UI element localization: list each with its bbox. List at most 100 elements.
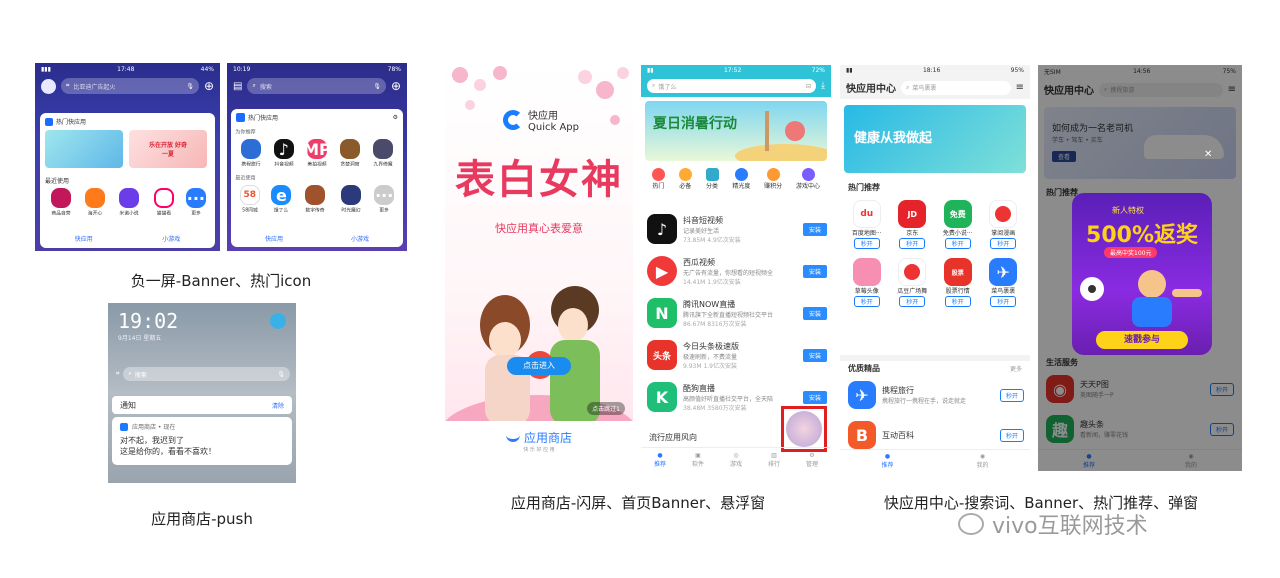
app-row[interactable]: ♪ 抖音短视频 记录美好生活 73.85M 4.9亿次安装 安装 bbox=[647, 208, 827, 250]
hot-app[interactable]: ✈ 菜鸟裹裹 秒开 bbox=[981, 258, 1027, 308]
category-sort[interactable]: 分类 bbox=[705, 168, 719, 190]
menu-icon[interactable]: ▤ bbox=[233, 81, 242, 92]
banner-left[interactable] bbox=[45, 130, 123, 168]
app-item[interactable]: 数字传奇 bbox=[303, 185, 327, 214]
settings-icon[interactable]: ⚙ bbox=[393, 114, 398, 121]
category-points[interactable]: 赚积分 bbox=[764, 168, 782, 190]
popup-cta-button[interactable]: 速戳参与 bbox=[1096, 331, 1188, 349]
boutique-row[interactable]: B 互动百科 秒开 bbox=[848, 421, 1024, 449]
app-item[interactable]: ♪ 抖音视频 bbox=[272, 139, 296, 168]
app-item[interactable]: 时光魔幻 bbox=[339, 185, 363, 214]
open-button[interactable]: 秒开 bbox=[999, 388, 1024, 402]
home-banner[interactable]: 夏日消暑行动 bbox=[645, 101, 827, 161]
floating-window[interactable] bbox=[781, 406, 827, 452]
tab-quick-app[interactable]: 快应用 bbox=[75, 234, 93, 243]
app-item[interactable]: 猫猫看 bbox=[153, 188, 174, 217]
promo-popup[interactable]: 新人特权 500%返奖 最高中奖100元 速戳参与 bbox=[1072, 193, 1212, 355]
mic-icon[interactable]: 🎙 bbox=[373, 83, 381, 90]
install-button[interactable]: 安装 bbox=[802, 222, 827, 236]
app-item[interactable]: 九界倚魔 bbox=[371, 139, 395, 168]
scan-icon[interactable]: ⊟ bbox=[806, 83, 811, 90]
app-item[interactable]: 贪婪洞窟 bbox=[338, 139, 362, 168]
search-bar[interactable]: ⌕ 搜索 🎙 bbox=[123, 367, 290, 381]
install-button[interactable]: 安装 bbox=[802, 264, 827, 278]
open-button[interactable]: 秒开 bbox=[944, 238, 971, 249]
scan-icon[interactable]: ⌗ bbox=[116, 370, 119, 378]
hot-app[interactable]: JD 京东 秒开 bbox=[890, 200, 936, 250]
skip-button[interactable]: 点击跳过1 bbox=[587, 402, 625, 415]
download-icon[interactable]: ⤓ bbox=[821, 81, 825, 91]
app-row[interactable]: N 腾讯NOW直播 腾讯旗下全新直播短视频社交平台 86.67M 8316万次安装 … bbox=[647, 292, 827, 334]
search-input[interactable]: 搜索 bbox=[260, 82, 272, 91]
open-button[interactable]: 秒开 bbox=[990, 296, 1017, 307]
hot-app[interactable]: 瓜豆广场舞 秒开 bbox=[890, 258, 936, 308]
tab-game[interactable]: ◎ 游戏 bbox=[730, 452, 742, 468]
logo-name: 快应用 bbox=[528, 111, 558, 122]
search-bar[interactable]: ⌗ 比亚迪广告起火 🎙 bbox=[61, 78, 199, 94]
search-bar[interactable]: ⌕ 菜鸟裹裹 bbox=[901, 80, 1011, 95]
hot-app[interactable]: 草莓头像 秒开 bbox=[844, 258, 890, 308]
search-bar[interactable]: ⌕ 饿了么 ⊟ bbox=[647, 79, 817, 93]
hot-app[interactable]: 股票 股票行情 秒开 bbox=[935, 258, 981, 308]
more-link[interactable]: 更多 bbox=[1010, 364, 1022, 373]
add-icon[interactable]: ⊕ bbox=[391, 79, 401, 93]
app-item-more[interactable]: ··· 更多 bbox=[374, 185, 395, 214]
app-item[interactable]: MP 美拍视频 bbox=[303, 139, 331, 168]
install-button[interactable]: 安装 bbox=[802, 390, 827, 404]
install-button[interactable]: 安装 bbox=[802, 306, 827, 320]
category-hot[interactable]: 热门 bbox=[651, 168, 665, 190]
avatar[interactable] bbox=[41, 78, 56, 94]
app-item[interactable]: 米诺小说 bbox=[117, 188, 141, 217]
tab-quick-app[interactable]: 快应用 bbox=[265, 234, 283, 243]
close-icon[interactable]: ✕ bbox=[1204, 149, 1212, 160]
open-button[interactable]: 秒开 bbox=[990, 238, 1017, 249]
app-item-more[interactable]: ··· 更多 bbox=[185, 188, 206, 217]
app-item[interactable]: 58 58同城 bbox=[239, 185, 260, 214]
open-button[interactable]: 秒开 bbox=[899, 238, 926, 249]
tab-manage[interactable]: ⚙ 管理 bbox=[806, 452, 818, 468]
category-essential[interactable]: 必备 bbox=[678, 168, 692, 190]
add-icon[interactable]: ⊕ bbox=[204, 79, 214, 93]
open-button[interactable]: 秒开 bbox=[999, 428, 1024, 442]
hot-app[interactable]: du 百度地图··· 秒开 bbox=[844, 200, 890, 250]
open-button[interactable]: 秒开 bbox=[899, 296, 926, 307]
banner-right[interactable]: 乐在开放 好奇一夏 bbox=[129, 130, 207, 168]
category-light[interactable]: 精光度 bbox=[732, 168, 750, 190]
center-banner[interactable]: 健康从我做起 bbox=[844, 105, 1026, 173]
enter-button[interactable]: 点击进入 bbox=[507, 357, 571, 375]
app-row[interactable]: 头条 今日头条极速版 极速刷新，不费流量 9.93M 1.9亿次安装 安装 bbox=[647, 334, 827, 376]
search-bar[interactable]: ⌕ 搜索 🎙 bbox=[247, 78, 386, 94]
hot-app[interactable]: 掌阅漫画 秒开 bbox=[981, 200, 1027, 250]
mic-icon[interactable]: 🎙 bbox=[277, 371, 285, 378]
search-input[interactable]: 比亚迪广告起火 bbox=[73, 82, 115, 91]
tab-recommend[interactable]: ● 推荐 bbox=[881, 453, 893, 469]
scan-icon[interactable]: ⌗ bbox=[66, 82, 69, 90]
tab-rank[interactable]: ▥ 排行 bbox=[768, 452, 780, 468]
category-game[interactable]: 游戏中心 bbox=[796, 168, 820, 190]
mic-icon[interactable]: 🎙 bbox=[186, 83, 194, 90]
app-row[interactable]: ▶ 西瓜视频 无广告有流量，你想看的短视频全 14.41M 1.9亿次安装 安装 bbox=[647, 250, 827, 292]
clear-button[interactable]: 清除 bbox=[272, 401, 284, 410]
tab-recommend[interactable]: ● 推荐 bbox=[654, 452, 666, 468]
hot-app[interactable]: 免费 免费小说··· 秒开 bbox=[935, 200, 981, 250]
push-notification[interactable]: 应用商店 • 现在 对不起，我迟到了 这是给你的，看看不喜欢！ bbox=[112, 417, 292, 465]
open-button[interactable]: 秒开 bbox=[853, 238, 880, 249]
tab-mini-game[interactable]: 小游戏 bbox=[351, 234, 369, 243]
search-input[interactable]: 菜鸟裹裹 bbox=[912, 83, 936, 92]
open-button[interactable]: 秒开 bbox=[944, 296, 971, 307]
app-item[interactable]: e 饿了么 bbox=[271, 185, 292, 214]
search-input[interactable]: 搜索 bbox=[135, 370, 147, 379]
app-item[interactable]: 商品自营 bbox=[49, 188, 73, 217]
install-button[interactable]: 安装 bbox=[802, 348, 827, 362]
game-icon bbox=[373, 139, 394, 159]
boutique-row[interactable]: ✈ 携程旅行 携程旅行一携程在手，说走就走 秒开 bbox=[848, 381, 1024, 409]
app-item[interactable]: 携程旅行 bbox=[239, 139, 263, 168]
app-item[interactable]: 海开心 bbox=[85, 188, 106, 217]
open-button[interactable]: 秒开 bbox=[853, 296, 880, 307]
tab-software[interactable]: ▣ 软件 bbox=[692, 452, 704, 468]
now-live-icon: N bbox=[647, 298, 677, 328]
tab-mine[interactable]: ◉ 我的 bbox=[976, 453, 988, 469]
search-input[interactable]: 饿了么 bbox=[658, 82, 676, 91]
menu-icon[interactable]: ≡ bbox=[1016, 82, 1024, 93]
tab-mini-game[interactable]: 小游戏 bbox=[162, 234, 180, 243]
